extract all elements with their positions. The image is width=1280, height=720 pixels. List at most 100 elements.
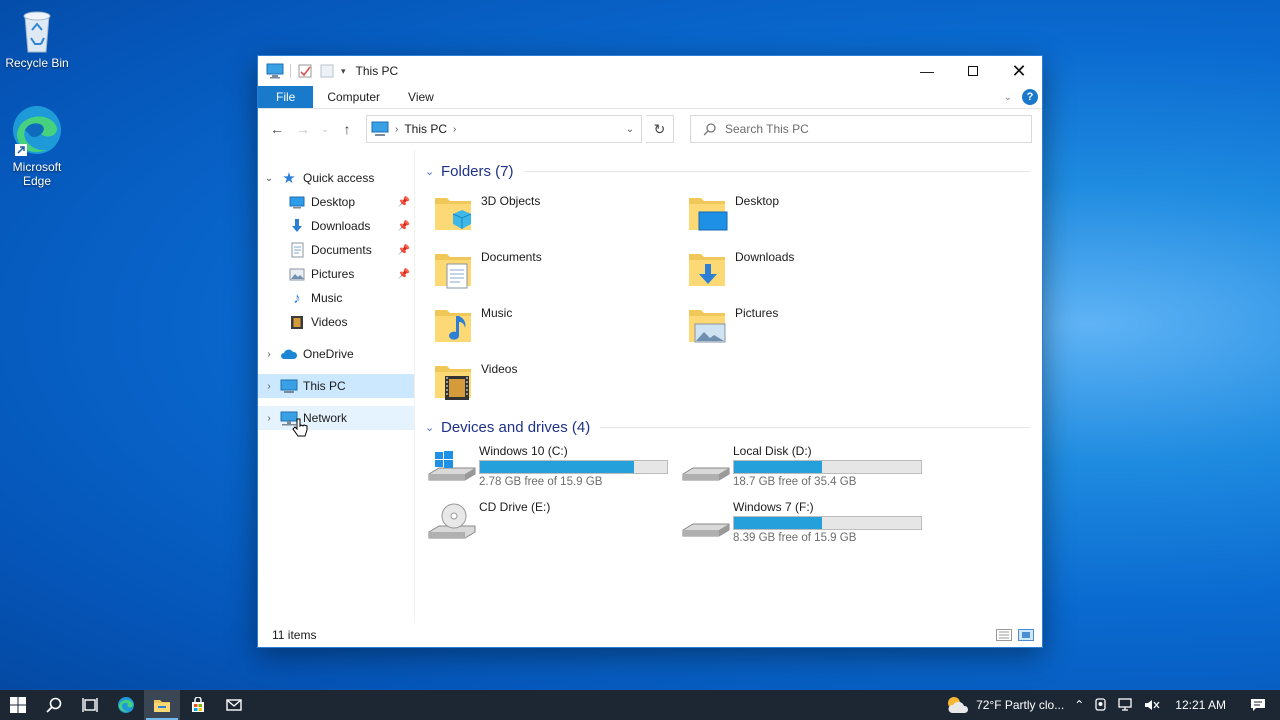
properties-icon[interactable] [297, 63, 313, 79]
folder-downloads[interactable]: Downloads [679, 242, 933, 298]
task-view-button[interactable] [72, 690, 108, 720]
chevron-right-icon[interactable]: › [258, 349, 280, 360]
forward-button[interactable]: → [292, 118, 314, 140]
folder-3d-objects[interactable]: 3D Objects [425, 186, 679, 242]
maximize-button[interactable] [950, 56, 996, 86]
drive-c[interactable]: Windows 10 (C:) 2.78 GB free of 15.9 GB [425, 442, 679, 498]
search-box[interactable] [690, 115, 1032, 143]
folders-header-label: Folders (7) [441, 162, 514, 180]
edge-taskbar-button[interactable] [108, 690, 144, 720]
expand-ribbon-icon[interactable]: ⌄ [1004, 92, 1012, 103]
tab-file[interactable]: File [258, 86, 314, 108]
drive-name: Local Disk (D:) [733, 444, 812, 458]
nav-item-music[interactable]: ♪ Music [258, 286, 414, 310]
chevron-right-icon[interactable]: › [258, 413, 280, 424]
folder-desktop[interactable]: Desktop [679, 186, 933, 242]
clock[interactable]: 12:21 AM [1165, 698, 1236, 712]
chevron-down-icon: ⌄ [625, 123, 635, 135]
search-button[interactable] [36, 690, 72, 720]
desktop-icon-recycle-bin[interactable]: Recycle Bin [0, 8, 74, 70]
drive-free-space: 18.7 GB free of 35.4 GB [733, 476, 857, 488]
new-folder-icon[interactable] [319, 63, 335, 79]
music-folder-icon [431, 302, 475, 346]
folder-name: Downloads [735, 250, 795, 264]
videos-folder-icon [431, 358, 475, 402]
store-icon [192, 697, 204, 712]
chevron-right-icon[interactable]: › [258, 381, 280, 392]
minimize-button[interactable]: — [904, 56, 950, 86]
search-input[interactable] [725, 122, 1005, 136]
network-tray-icon[interactable] [1113, 698, 1139, 712]
customize-toolbar-icon[interactable]: ▾ [341, 66, 346, 77]
folders-group-header[interactable]: ⌄ Folders (7) [425, 156, 1030, 186]
meet-now-icon[interactable] [1089, 698, 1113, 712]
mail-taskbar-button[interactable] [216, 690, 252, 720]
star-icon: ★ [282, 170, 296, 187]
weather-widget[interactable]: 72°F Partly clo... [939, 695, 1069, 715]
nav-this-pc[interactable]: › This PC [258, 374, 414, 398]
folder-icon [154, 699, 170, 712]
chevron-down-icon[interactable]: ⌄ [258, 173, 280, 184]
pin-icon: 📌 [397, 220, 410, 232]
close-icon: ✕ [1011, 60, 1027, 81]
nav-onedrive[interactable]: › OneDrive [258, 342, 414, 366]
help-icon[interactable]: ? [1022, 89, 1038, 105]
notification-icon [1251, 699, 1265, 711]
edge-icon [118, 697, 134, 713]
title-bar[interactable]: ▾ This PC — ✕ [258, 56, 1042, 86]
nav-item-videos[interactable]: Videos [258, 310, 414, 334]
ribbon: File Computer View ⌄ ? [258, 86, 1042, 109]
breadcrumb-separator-icon[interactable]: › [453, 124, 456, 135]
nav-onedrive-label: OneDrive [303, 347, 354, 361]
nav-item-pictures[interactable]: Pictures 📌 [258, 262, 414, 286]
folder-name: Desktop [735, 194, 780, 208]
documents-icon [288, 242, 306, 258]
drives-group-header[interactable]: ⌄ Devices and drives (4) [425, 412, 1030, 442]
breadcrumb-this-pc[interactable]: This PC [404, 122, 447, 136]
refresh-button[interactable]: ↻ [646, 115, 674, 143]
recent-locations-button[interactable]: ⌄ [318, 118, 332, 140]
address-bar[interactable]: › This PC › ⌄ [366, 115, 642, 143]
hard-drive-icon [681, 446, 731, 494]
nav-item-documents[interactable]: Documents 📌 [258, 238, 414, 262]
back-button[interactable]: ← [266, 118, 288, 140]
nav-item-downloads[interactable]: Downloads 📌 [258, 214, 414, 238]
chevron-down-icon[interactable]: ⌄ [425, 165, 441, 178]
file-explorer-window: ▾ This PC — ✕ File Computer View ⌄ ? ← →… [257, 55, 1043, 648]
tab-computer[interactable]: Computer [313, 86, 394, 108]
folder-documents[interactable]: Documents [425, 242, 679, 298]
start-button[interactable] [0, 690, 36, 720]
folder-pictures[interactable]: Pictures [679, 298, 933, 354]
nav-network[interactable]: › Network [258, 406, 414, 430]
status-bar: 11 items [258, 623, 1042, 647]
show-hidden-icons-button[interactable]: ⌃ [1069, 698, 1089, 712]
close-button[interactable]: ✕ [996, 56, 1042, 86]
this-pc-icon [371, 121, 389, 136]
downloads-icon [288, 218, 306, 234]
file-explorer-taskbar-button[interactable] [144, 690, 180, 720]
store-taskbar-button[interactable] [180, 690, 216, 720]
chevron-down-icon[interactable]: ⌄ [425, 421, 441, 434]
volume-muted-icon[interactable] [1139, 698, 1165, 712]
chevron-up-icon: ⌃ [1074, 698, 1085, 712]
desktop-icon-edge[interactable]: Microsoft Edge [0, 104, 74, 188]
drive-f[interactable]: Windows 7 (F:) 8.39 GB free of 15.9 GB [679, 498, 933, 554]
details-view-icon[interactable] [996, 629, 1012, 641]
nav-quick-access[interactable]: ⌄ ★ Quick access [258, 166, 414, 190]
tab-view[interactable]: View [394, 86, 448, 108]
recycle-bin-icon [23, 11, 51, 53]
folder-videos[interactable]: Videos [425, 354, 679, 410]
large-icons-view-icon[interactable] [1018, 629, 1034, 641]
folder-music[interactable]: Music [425, 298, 679, 354]
downloads-folder-icon [685, 246, 729, 290]
windows-drive-icon [427, 446, 477, 494]
up-button[interactable]: ↑ [336, 118, 358, 140]
breadcrumb-separator-icon[interactable]: › [395, 124, 398, 135]
drive-e[interactable]: CD Drive (E:) [425, 498, 679, 554]
drive-d[interactable]: Local Disk (D:) 18.7 GB free of 35.4 GB [679, 442, 933, 498]
address-dropdown-button[interactable]: ⌄ [619, 116, 641, 142]
notifications-button[interactable] [1236, 698, 1280, 712]
nav-item-desktop[interactable]: Desktop 📌 [258, 190, 414, 214]
folder-name: Music [481, 306, 513, 320]
drive-usage-bar [479, 460, 668, 474]
